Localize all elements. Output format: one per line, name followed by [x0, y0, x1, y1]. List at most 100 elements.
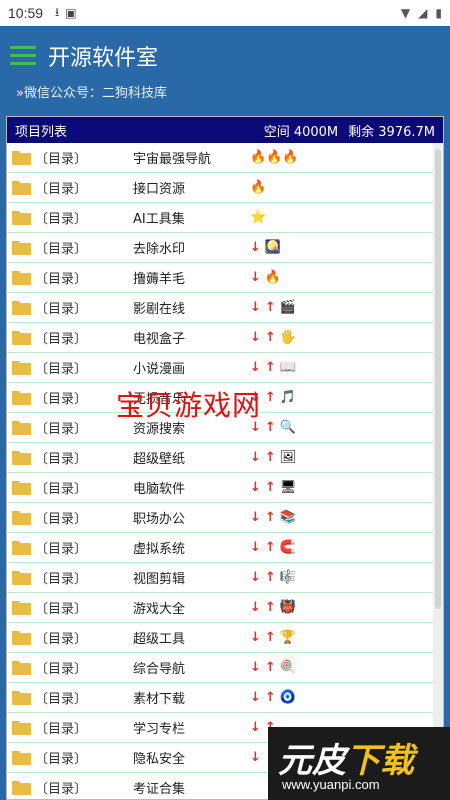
clock: 10:59: [8, 5, 44, 21]
folder-icon: [12, 570, 31, 585]
space-remaining: 剩余 3976.7M: [348, 124, 435, 140]
a-icon: ▣: [65, 6, 77, 20]
list-item-name: 资源搜索: [133, 422, 186, 437]
list-item-tag: 〔目录〕: [35, 452, 88, 467]
list-item[interactable]: 〔目录〕 游戏大全 ↓ ↑ 👹: [7, 593, 433, 623]
folder-icon: [12, 630, 31, 645]
list-item[interactable]: 〔目录〕 小说漫画 ↓ ↑ 📖: [7, 353, 433, 383]
list-item[interactable]: 〔目录〕 学习专栏 ↓ ↑: [7, 713, 433, 743]
list-item[interactable]: 〔目录〕 无损音乐 ↓ ↑ 🎵: [7, 383, 433, 413]
list-item-name: 撸薅羊毛: [133, 272, 186, 287]
list-item-name: 职场办公: [133, 512, 186, 527]
list-item-name: 素材下载: [133, 692, 186, 707]
list-item-icons: 🔥🔥🔥: [250, 150, 299, 165]
folder-icon: [12, 720, 31, 735]
list-item[interactable]: 〔目录〕 去除水印 ↓ 🎑: [7, 233, 433, 263]
panel-label: 项目列表: [15, 124, 68, 140]
list-item[interactable]: 〔目录〕 视图剪辑 ↓ ↑ 🎼: [7, 563, 433, 593]
folder-icon: [12, 450, 31, 465]
list-item-tag: 〔目录〕: [35, 272, 88, 287]
list-item-icons: ↓ ↑ 🍭: [250, 660, 296, 675]
list-item-tag: 〔目录〕: [35, 632, 88, 647]
list-item[interactable]: 〔目录〕 宇宙最强导航 🔥🔥🔥: [7, 143, 433, 173]
list-item[interactable]: 〔目录〕 撸薅羊毛 ↓ 🔥: [7, 263, 433, 293]
list-item-name: 去除水印: [133, 242, 186, 257]
space-total: 空间 4000M: [263, 124, 339, 140]
list-item[interactable]: 〔目录〕 隐私安全 ↓: [7, 743, 433, 773]
list-item-tag: 〔目录〕: [35, 602, 88, 617]
folder-icon: [12, 210, 31, 225]
list-item-name: 游戏大全: [133, 602, 186, 617]
list-item[interactable]: 〔目录〕 电视盒子 ↓ ↑ 🖐: [7, 323, 433, 353]
list-item-name: 影剧在线: [133, 302, 186, 317]
list-item-name: AI工具集: [133, 212, 185, 227]
scrollbar[interactable]: [433, 143, 443, 799]
list-item-icons: 🔥: [250, 180, 267, 195]
list-item[interactable]: 〔目录〕 资源搜索 ↓ ↑ 🔍: [7, 413, 433, 443]
folder-icon: [12, 750, 31, 765]
list-item-name: 学习专栏: [133, 722, 186, 737]
list-item-icons: ↓ ↑ 🧲: [250, 540, 296, 555]
list-item-name: 接口资源: [133, 182, 186, 197]
list-item-tag: 〔目录〕: [35, 392, 88, 407]
list-item-tag: 〔目录〕: [35, 512, 88, 527]
folder-icon: [12, 240, 31, 255]
list-item-tag: 〔目录〕: [35, 362, 88, 377]
list-item-name: 宇宙最强导航: [133, 152, 212, 167]
list-item-icons: ↓ 🔥: [250, 270, 282, 285]
list-item-icons: ↓ ↑ 📖: [250, 360, 296, 375]
list-item-tag: 〔目录〕: [35, 302, 88, 317]
list-item-name: 电视盒子: [133, 332, 186, 347]
app-subtitle: »微信公众号：二狗科技库: [16, 86, 167, 101]
folder-icon: [12, 330, 31, 345]
list-item-tag: 〔目录〕: [35, 332, 88, 347]
list-item-icons: ↓ ↑ 📚: [250, 510, 296, 525]
list-item[interactable]: 〔目录〕 AI工具集 ⭐: [7, 203, 433, 233]
list-item-name: 超级壁纸: [133, 452, 186, 467]
list-item-name: 视图剪辑: [133, 572, 186, 587]
menu-icon[interactable]: [10, 46, 36, 68]
list-item[interactable]: 〔目录〕 电脑软件 ↓ ↑ 🖥: [7, 473, 433, 503]
list-item-icons: ↓ ↑: [250, 720, 276, 735]
list-item[interactable]: 〔目录〕 素材下载 ↓ ↑ 🧿: [7, 683, 433, 713]
project-list-panel: 项目列表 空间 4000M 剩余 3976.7M 〔目录〕 宇宙最强导航 🔥🔥🔥 〔目…: [6, 116, 444, 800]
list-item[interactable]: 〔目录〕 考证合集: [7, 773, 433, 799]
folder-icon: [12, 510, 31, 525]
scrollbar-thumb[interactable]: [435, 149, 441, 609]
list-item[interactable]: 〔目录〕 超级工具 ↓ ↑ 🏆: [7, 623, 433, 653]
list-item-icons: ↓ ↑ 🏆: [250, 630, 296, 645]
list-item-tag: 〔目录〕: [35, 722, 88, 737]
download-icon: ⭳: [55, 4, 60, 19]
list-item-tag: 〔目录〕: [35, 572, 88, 587]
folder-icon: [12, 180, 31, 195]
list-item-icons: ↓: [250, 750, 261, 765]
list-item[interactable]: 〔目录〕 职场办公 ↓ ↑ 📚: [7, 503, 433, 533]
app-bar: 开源软件室 »微信公众号：二狗科技库: [0, 26, 450, 110]
folder-icon: [12, 360, 31, 375]
list-item-icons: ↓ ↑ 🎬: [250, 300, 296, 315]
list-item-tag: 〔目录〕: [35, 692, 88, 707]
list-item-icons: ↓ 🎑: [250, 240, 282, 255]
folder-icon: [12, 300, 31, 315]
folder-icon: [12, 390, 31, 405]
list-item-tag: 〔目录〕: [35, 422, 88, 437]
list-item-tag: 〔目录〕: [35, 782, 88, 797]
list-item-icons: ⭐: [250, 210, 267, 225]
list-item-tag: 〔目录〕: [35, 182, 88, 197]
list-item[interactable]: 〔目录〕 超级壁纸 ↓ ↑ 🖼: [7, 443, 433, 473]
list-item[interactable]: 〔目录〕 接口资源 🔥: [7, 173, 433, 203]
app-title: 开源软件室: [48, 46, 159, 71]
list-item-icons: ↓ ↑ 👹: [250, 600, 296, 615]
list-item-tag: 〔目录〕: [35, 242, 88, 257]
list-item-icons: ↓ ↑ 🎵: [250, 390, 296, 405]
list-item[interactable]: 〔目录〕 虚拟系统 ↓ ↑ 🧲: [7, 533, 433, 563]
list-item-name: 隐私安全: [133, 752, 186, 767]
wifi-icon: ▼: [400, 6, 411, 20]
list-item[interactable]: 〔目录〕 综合导航 ↓ ↑ 🍭: [7, 653, 433, 683]
folder-icon: [12, 270, 31, 285]
list-item-tag: 〔目录〕: [35, 212, 88, 227]
list-item[interactable]: 〔目录〕 影剧在线 ↓ ↑ 🎬: [7, 293, 433, 323]
list-item-icons: ↓ ↑ 🔍: [250, 420, 296, 435]
status-bar: 10:59 ⭳ ▣ ▼ ◢ ▮: [0, 0, 450, 26]
folder-icon: [12, 420, 31, 435]
